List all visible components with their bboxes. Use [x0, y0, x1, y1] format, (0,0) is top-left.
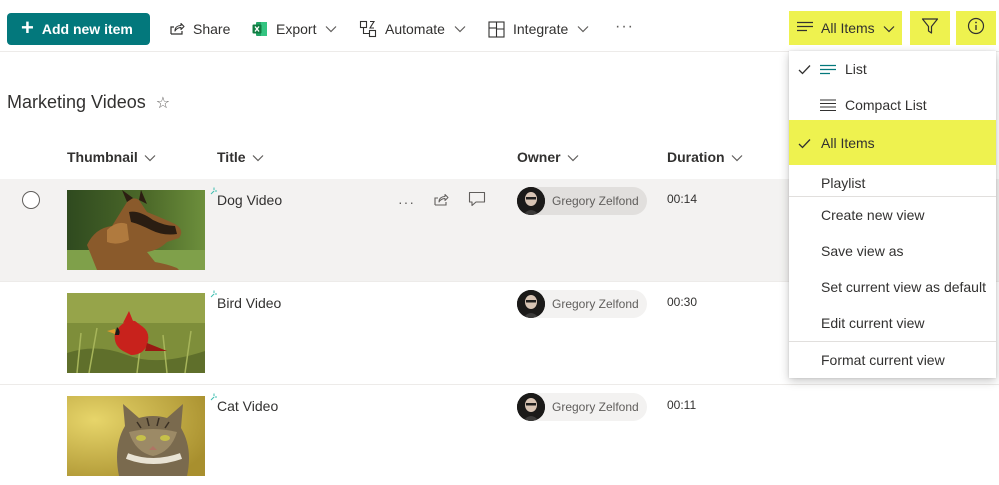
checkmark-icon: [798, 136, 811, 152]
list-title: Marketing Videos: [7, 92, 146, 112]
integrate-button[interactable]: Integrate: [488, 16, 589, 42]
column-header-label: Duration: [667, 149, 725, 165]
chevron-down-icon: [325, 25, 337, 33]
chevron-down-icon: [144, 149, 156, 165]
column-header-duration[interactable]: Duration: [667, 149, 743, 165]
chevron-down-icon: [567, 149, 579, 165]
list-view-icon: [820, 63, 836, 79]
menu-item-compact-list[interactable]: Compact List: [789, 87, 996, 123]
owner-persona[interactable]: Gregory Zelfond: [517, 393, 647, 421]
menu-item-format-view[interactable]: Format current view: [789, 342, 996, 378]
info-pane-button[interactable]: [956, 11, 996, 45]
filter-button[interactable]: [910, 11, 950, 45]
view-selector-button[interactable]: All Items: [789, 11, 902, 45]
chevron-down-icon: [731, 149, 743, 165]
menu-item-label: Edit current view: [821, 315, 925, 331]
column-header-owner[interactable]: Owner: [517, 149, 579, 165]
column-header-thumbnail[interactable]: Thumbnail: [67, 149, 156, 165]
share-icon[interactable]: [433, 192, 450, 212]
menu-item-label: List: [845, 61, 867, 77]
column-header-label: Owner: [517, 149, 561, 165]
item-title[interactable]: Bird Video: [217, 295, 281, 311]
page-title: Marketing Videos ☆: [7, 92, 170, 113]
view-options-menu: List Compact List All Items Playlist Cre…: [789, 51, 996, 378]
integrate-label: Integrate: [513, 21, 569, 37]
comment-icon[interactable]: [468, 191, 486, 212]
item-title[interactable]: Cat Video: [217, 398, 278, 414]
menu-item-edit-view[interactable]: Edit current view: [789, 305, 996, 341]
compact-list-icon: [820, 99, 836, 115]
row-actions: ···: [398, 191, 504, 212]
tabby-cat-photo-thumbnail[interactable]: [67, 396, 205, 476]
chevron-down-icon: [454, 25, 466, 33]
more-actions-icon[interactable]: ···: [398, 194, 415, 210]
export-button[interactable]: Export: [252, 16, 337, 42]
more-options-button[interactable]: ···: [615, 18, 634, 36]
automate-button[interactable]: Automate: [359, 16, 466, 42]
menu-item-label: Playlist: [821, 175, 866, 191]
row-select-radio[interactable]: [22, 191, 40, 209]
owner-name: Gregory Zelfond: [552, 194, 639, 208]
avatar: [517, 187, 545, 215]
checkmark-icon: [798, 62, 811, 78]
excel-icon: [252, 21, 268, 37]
duration-value: 00:11: [667, 398, 697, 412]
menu-item-label: Create new view: [821, 207, 925, 223]
chevron-down-icon: [252, 149, 264, 165]
share-label: Share: [193, 21, 231, 37]
command-bar: + Add new item Share Export Automate Int…: [0, 0, 999, 52]
menu-item-save-view-as[interactable]: Save view as: [789, 233, 996, 269]
menu-item-label: Set current view as default: [821, 279, 986, 295]
automate-label: Automate: [385, 21, 445, 37]
column-header-label: Thumbnail: [67, 149, 138, 165]
avatar: [517, 290, 545, 318]
owner-persona[interactable]: Gregory Zelfond: [517, 290, 647, 318]
menu-item-label: All Items: [821, 134, 875, 151]
column-header-title[interactable]: Title: [217, 149, 264, 165]
info-icon: [967, 17, 985, 40]
filter-icon: [921, 17, 939, 40]
share-button[interactable]: Share: [169, 16, 230, 42]
owner-persona[interactable]: Gregory Zelfond: [517, 187, 647, 215]
duration-value: 00:30: [667, 295, 698, 309]
menu-item-label: Format current view: [821, 352, 945, 368]
owner-name: Gregory Zelfond: [552, 400, 639, 414]
add-new-item-label: Add new item: [41, 21, 133, 37]
menu-item-set-default[interactable]: Set current view as default: [789, 269, 996, 305]
duration-value: 00:14: [667, 192, 698, 206]
chevron-down-icon: [883, 20, 895, 36]
menu-item-label: Save view as: [821, 243, 904, 259]
item-title[interactable]: Dog Video: [217, 192, 282, 208]
integrate-icon: [488, 20, 505, 38]
menu-item-list[interactable]: List: [789, 51, 996, 87]
menu-item-create-view[interactable]: Create new view: [789, 197, 996, 233]
favorite-star-icon[interactable]: ☆: [156, 93, 170, 113]
plus-icon: +: [21, 15, 34, 40]
export-label: Export: [276, 21, 317, 37]
view-selector-label: All Items: [821, 20, 875, 36]
menu-item-all-items[interactable]: All Items: [789, 120, 996, 165]
dog-photo-thumbnail[interactable]: [67, 190, 205, 270]
chevron-down-icon: [577, 25, 589, 33]
share-icon: [169, 21, 185, 37]
menu-item-label: Compact List: [845, 97, 927, 113]
automate-flow-icon: [359, 20, 377, 38]
avatar: [517, 393, 545, 421]
add-new-item-button[interactable]: + Add new item: [7, 13, 150, 45]
cardinal-bird-photo-thumbnail[interactable]: [67, 293, 205, 373]
table-row[interactable]: Cat Video Gregory Zelfond 00:11: [0, 385, 999, 485]
column-header-label: Title: [217, 149, 246, 165]
owner-name: Gregory Zelfond: [552, 297, 639, 311]
list-view-icon: [797, 20, 813, 36]
